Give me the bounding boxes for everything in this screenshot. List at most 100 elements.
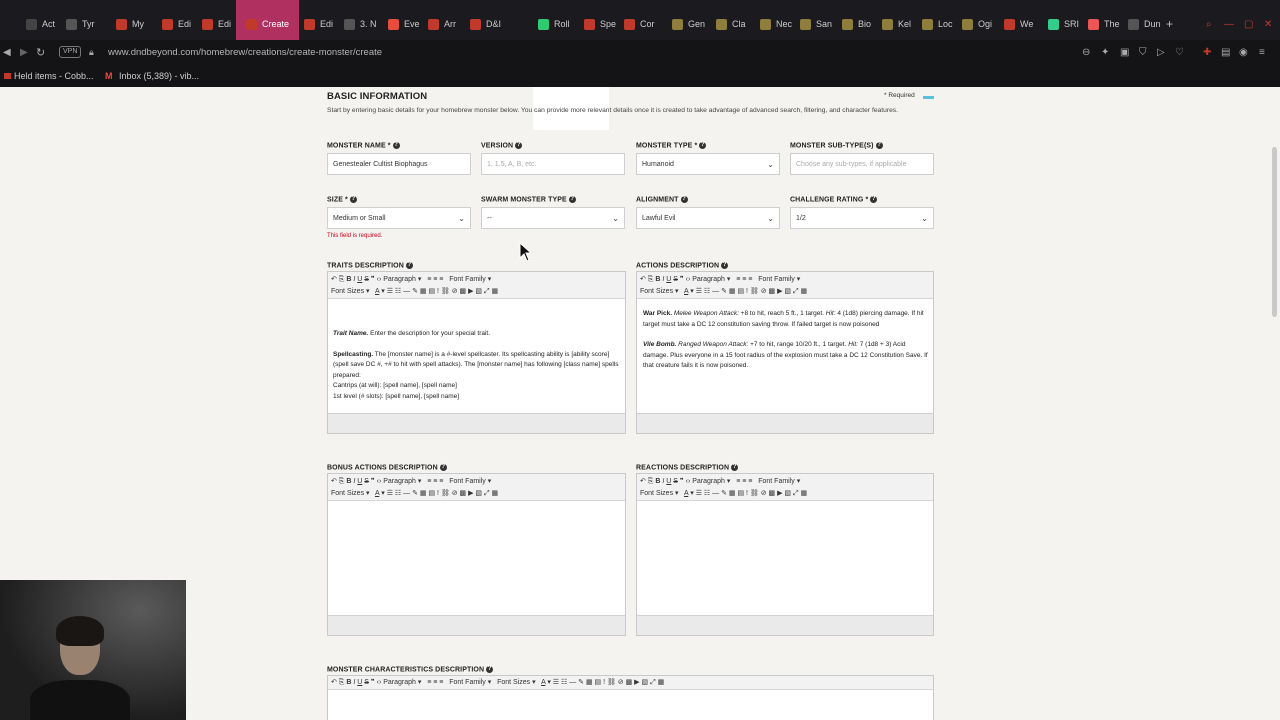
editor-content[interactable]	[328, 501, 625, 615]
editor-toolbar[interactable]: ↶ ⎘ B I U S ❞ ‹› Paragraph ▾ ≡ ≡ ≡ Font …	[637, 474, 933, 501]
help-icon[interactable]: ?	[870, 196, 878, 203]
browser-tab-label: Edi	[320, 19, 334, 29]
favicon-icon	[1128, 18, 1139, 30]
favicon-icon	[624, 18, 635, 30]
chevron-down-icon: ⌄	[612, 213, 619, 223]
browser-tab-label: Nec	[776, 19, 793, 29]
browser-tab-label: We	[1020, 19, 1034, 29]
vpn-badge[interactable]: VPN	[59, 46, 82, 58]
traits-editor[interactable]: ↶ ⎘ B I U S ❞ ‹› Paragraph ▾ ≡ ≡ ≡ Font …	[327, 271, 626, 434]
characteristics-editor[interactable]: ↶ ⎘ B I U S ❞ ‹› Paragraph ▾ ≡ ≡ ≡ Font …	[327, 675, 934, 720]
screenshot-icon[interactable]: ▣	[1120, 47, 1129, 58]
wallet-icon[interactable]: ▤	[1221, 47, 1230, 58]
actions-label: ACTIONS DESCRIPTION?	[636, 262, 729, 270]
help-icon[interactable]: ?	[731, 464, 739, 471]
browser-tab-label: Create	[262, 19, 290, 29]
reactions-editor[interactable]: ↶ ⎘ B I U S ❞ ‹› Paragraph ▾ ≡ ≡ ≡ Font …	[636, 473, 934, 636]
editor-statusbar	[328, 413, 625, 433]
editor-content[interactable]: Trait Name. Enter the description for yo…	[328, 299, 625, 413]
favicon-icon	[1088, 18, 1099, 30]
editor-toolbar[interactable]: ↶ ⎘ B I U S ❞ ‹› Paragraph ▾ ≡ ≡ ≡ Font …	[637, 272, 933, 299]
favicon-icon	[470, 18, 481, 30]
editor-toolbar[interactable]: ↶ ⎘ B I U S ❞ ‹› Paragraph ▾ ≡ ≡ ≡ Font …	[328, 272, 625, 299]
favicon-icon	[842, 18, 853, 30]
monster-subtype-label: MONSTER SUB-TYPE(S)?	[790, 142, 883, 150]
bookmark-held-items[interactable]: Held items - Cobb...	[14, 71, 94, 81]
address-bar-row: ◀ ▶ ↻ VPN 🔒︎ www.dndbeyond.com/homebrew/…	[0, 40, 1280, 64]
gmail-icon: M	[105, 70, 113, 81]
editor-statusbar	[328, 615, 625, 635]
url-field[interactable]: www.dndbeyond.com/homebrew/creations/cre…	[108, 47, 382, 58]
favicon-icon	[1004, 18, 1015, 30]
bonus-actions-editor[interactable]: ↶ ⎘ B I U S ❞ ‹› Paragraph ▾ ≡ ≡ ≡ Font …	[327, 473, 626, 636]
monster-type-label: MONSTER TYPE *?	[636, 142, 707, 150]
required-note: * Required	[884, 92, 915, 99]
alignment-select[interactable]: Lawful Evil ⌄	[636, 207, 780, 229]
page-scrollbar[interactable]	[1272, 147, 1277, 317]
editor-statusbar	[637, 413, 933, 433]
back-icon[interactable]: ◀	[3, 47, 11, 58]
monster-name-input[interactable]: Genestealer Cultist Biophagus	[327, 153, 471, 175]
reload-icon[interactable]: ↻	[36, 46, 45, 59]
monster-type-select[interactable]: Humanoid ⌄	[636, 153, 780, 175]
favicon-icon	[1048, 18, 1059, 30]
help-icon[interactable]: ?	[392, 142, 400, 149]
help-icon[interactable]: ?	[439, 464, 447, 471]
browser-tab-label: My	[132, 19, 144, 29]
editor-toolbar[interactable]: ↶ ⎘ B I U S ❞ ‹› Paragraph ▾ ≡ ≡ ≡ Font …	[328, 676, 933, 690]
bookmarks-bar: Held items - Cobb... M Inbox (5,389) - v…	[0, 64, 1280, 87]
chevron-down-icon: ⌄	[458, 213, 465, 223]
help-icon[interactable]: ?	[405, 262, 413, 269]
favicon-icon	[922, 18, 933, 30]
editor-content[interactable]: War Pick. Melee Weapon Attack: +8 to hit…	[637, 299, 933, 413]
help-icon[interactable]: ?	[699, 142, 707, 149]
help-icon[interactable]: ?	[349, 196, 357, 203]
help-icon[interactable]: ?	[875, 142, 883, 149]
reactions-label: REACTIONS DESCRIPTION?	[636, 464, 739, 472]
browser-tab-label: Dun	[1144, 19, 1161, 29]
favicon-icon	[116, 18, 127, 30]
help-icon[interactable]: ?	[486, 666, 494, 673]
challenge-rating-select[interactable]: 1/2 ⌄	[790, 207, 934, 229]
extension-icon[interactable]: ✚	[1203, 47, 1211, 58]
browser-tab-label: Gen	[688, 19, 706, 29]
forward-icon[interactable]: ▶	[20, 47, 28, 58]
lock-icon: 🔒︎	[89, 46, 94, 57]
section-title: BASIC INFORMATION	[327, 91, 428, 102]
help-icon[interactable]: ?	[680, 196, 688, 203]
size-select[interactable]: Medium or Small ⌄	[327, 207, 471, 229]
menu-icon[interactable]: ≡	[1259, 47, 1265, 58]
favicon-icon	[538, 18, 549, 30]
bookmark-inbox[interactable]: Inbox (5,389) - vib...	[119, 71, 199, 81]
help-icon[interactable]: ?	[568, 196, 576, 203]
chevron-down-icon: ⌄	[767, 213, 774, 223]
traits-label: TRAITS DESCRIPTION?	[327, 262, 413, 270]
version-input[interactable]: 1, 1.5, A, B, etc.	[481, 153, 625, 175]
help-icon[interactable]: ?	[721, 262, 729, 269]
profile-icon[interactable]: ◉	[1239, 47, 1248, 58]
chevron-down-icon: ⌄	[921, 213, 928, 223]
help-icon[interactable]: ?	[515, 142, 523, 149]
favicon-icon	[162, 18, 173, 30]
browser-tab-label: Bio	[858, 19, 872, 29]
bookmark-icon[interactable]: ✦	[1101, 47, 1109, 58]
browser-tab-label: The	[1104, 19, 1120, 29]
editor-content[interactable]	[637, 501, 933, 615]
person-shoulders	[30, 680, 130, 720]
shield-icon[interactable]: ⛉	[1139, 47, 1147, 58]
browser-tab-label: Kel	[898, 19, 912, 29]
monster-subtype-input[interactable]: Choose any sub-types, if applicable	[790, 153, 934, 175]
actions-editor[interactable]: ↶ ⎘ B I U S ❞ ‹› Paragraph ▾ ≡ ≡ ≡ Font …	[636, 271, 934, 434]
bookmark-folder-icon	[4, 73, 11, 79]
heart-icon[interactable]: ♡	[1175, 47, 1184, 58]
favicon-icon	[672, 18, 683, 30]
browser-tab-label: Tyr	[82, 19, 95, 29]
play-icon[interactable]: ▷	[1157, 47, 1165, 58]
browser-tab-label: D&I	[486, 19, 502, 29]
swarm-type-select[interactable]: -- ⌄	[481, 207, 625, 229]
zoom-icon[interactable]: ⊖	[1082, 47, 1090, 58]
favicon-icon	[428, 18, 439, 30]
browser-tab-label: Eve	[404, 19, 420, 29]
editor-toolbar[interactable]: ↶ ⎘ B I U S ❞ ‹› Paragraph ▾ ≡ ≡ ≡ Font …	[328, 474, 625, 501]
favicon-icon	[716, 18, 727, 30]
